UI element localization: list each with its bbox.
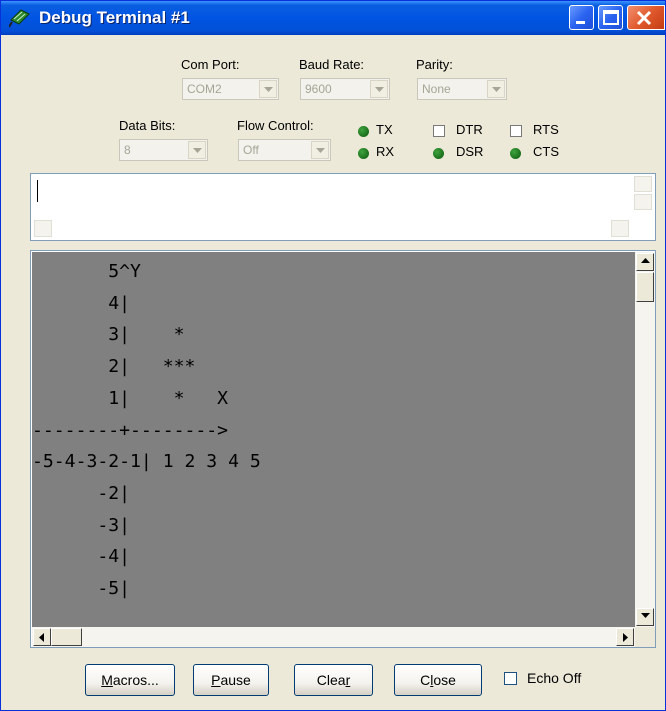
transmit-input[interactable] — [30, 173, 656, 241]
clear-button[interactable]: Clear — [294, 664, 373, 696]
dsr-label: DSR — [456, 144, 484, 159]
pause-label: ause — [220, 672, 251, 688]
parity-label: Parity: — [416, 57, 453, 72]
close-label-pre: C — [420, 672, 431, 688]
receive-text: 5^Y 4| 3| * 2| *** 1| * X --------+-----… — [32, 256, 261, 605]
scroll-left-button[interactable] — [33, 628, 51, 646]
text-cursor — [37, 180, 38, 202]
clear-label: Clea — [316, 672, 346, 688]
baud-rate-select[interactable]: 9600 — [300, 78, 390, 100]
terminal-line: 3| * — [32, 324, 185, 346]
scroll-up-button[interactable] — [636, 253, 654, 271]
com-port-select[interactable]: COM2 — [182, 78, 279, 100]
terminal-line: -5| — [32, 578, 131, 600]
transmit-scroll-down-button[interactable] — [634, 194, 652, 210]
vertical-scroll-thumb[interactable] — [636, 272, 654, 302]
flow-control-label: Flow Control: — [237, 118, 314, 133]
terminal-line: 2| *** — [32, 356, 196, 378]
pause-button[interactable]: Pause — [193, 664, 269, 696]
macros-accel: M — [101, 672, 113, 688]
close-label-rest: ose — [433, 672, 456, 688]
scrollbar-corner — [635, 627, 655, 647]
parity-select[interactable]: None — [417, 78, 507, 100]
tx-led-icon — [358, 126, 369, 137]
dsr-led-icon — [433, 148, 444, 159]
receive-horizontal-scrollbar[interactable] — [32, 627, 635, 647]
parity-value: None — [422, 82, 451, 96]
macros-label: acros... — [112, 672, 159, 688]
transmit-scroll-left-button[interactable] — [34, 220, 52, 237]
rx-led-icon — [358, 148, 369, 159]
flow-control-select[interactable]: Off — [238, 139, 331, 161]
minimize-button[interactable] — [569, 5, 594, 30]
rx-label: RX — [376, 144, 395, 159]
debug-terminal-window: Debug Terminal #1 Com Port: COM2 Baud Ra… — [0, 0, 666, 711]
baud-rate-value: 9600 — [305, 82, 332, 96]
transmit-scroll-right-button[interactable] — [611, 220, 629, 237]
maximize-button[interactable] — [598, 5, 623, 30]
chevron-down-icon[interactable] — [370, 80, 388, 98]
chevron-down-icon[interactable] — [188, 141, 206, 159]
terminal-line: -3| — [32, 514, 131, 536]
tx-label: TX — [376, 122, 393, 137]
title-bar[interactable]: Debug Terminal #1 — [1, 1, 665, 35]
echo-off-checkbox[interactable] — [504, 672, 517, 685]
terminal-app-icon — [8, 8, 31, 28]
com-port-label: Com Port: — [181, 57, 240, 72]
cts-led-icon — [510, 148, 521, 159]
terminal-line: 1| * X — [32, 387, 229, 409]
terminal-line: -4| — [32, 546, 131, 568]
data-bits-label: Data Bits: — [119, 118, 176, 133]
window-title: Debug Terminal #1 — [39, 8, 190, 27]
terminal-line: --------+--------> — [32, 419, 229, 441]
chevron-down-icon[interactable] — [487, 80, 505, 98]
terminal-line: 4| — [32, 292, 131, 314]
data-bits-value: 8 — [124, 143, 131, 157]
echo-off-label: Echo Off — [527, 670, 582, 686]
dtr-checkbox[interactable] — [433, 125, 445, 137]
rts-checkbox[interactable] — [510, 125, 522, 137]
scroll-down-button[interactable] — [636, 608, 654, 626]
horizontal-scroll-thumb[interactable] — [51, 628, 82, 646]
dtr-label: DTR — [456, 122, 483, 137]
chevron-down-icon[interactable] — [311, 141, 329, 159]
transmit-scroll-up-button[interactable] — [634, 176, 652, 192]
close-window-button[interactable] — [627, 5, 665, 30]
terminal-line: -5-4-3-2-1| 1 2 3 4 5 — [32, 451, 261, 473]
cts-label: CTS — [533, 144, 559, 159]
close-button[interactable]: Close — [394, 664, 482, 696]
macros-button[interactable]: Macros... — [85, 664, 175, 696]
scroll-right-button[interactable] — [616, 628, 634, 646]
chevron-down-icon[interactable] — [259, 80, 277, 98]
receive-output[interactable]: 5^Y 4| 3| * 2| *** 1| * X --------+-----… — [32, 252, 635, 627]
data-bits-select[interactable]: 8 — [119, 139, 208, 161]
terminal-line: 5^Y — [32, 261, 141, 282]
com-port-value: COM2 — [187, 82, 222, 96]
receive-vertical-scrollbar[interactable] — [635, 252, 655, 627]
rts-label: RTS — [533, 122, 559, 137]
baud-rate-label: Baud Rate: — [299, 57, 365, 72]
flow-control-value: Off — [243, 143, 259, 157]
terminal-line: -2| — [32, 482, 131, 504]
receive-panel[interactable]: 5^Y 4| 3| * 2| *** 1| * X --------+-----… — [30, 250, 656, 648]
clear-accel: r — [345, 672, 351, 688]
